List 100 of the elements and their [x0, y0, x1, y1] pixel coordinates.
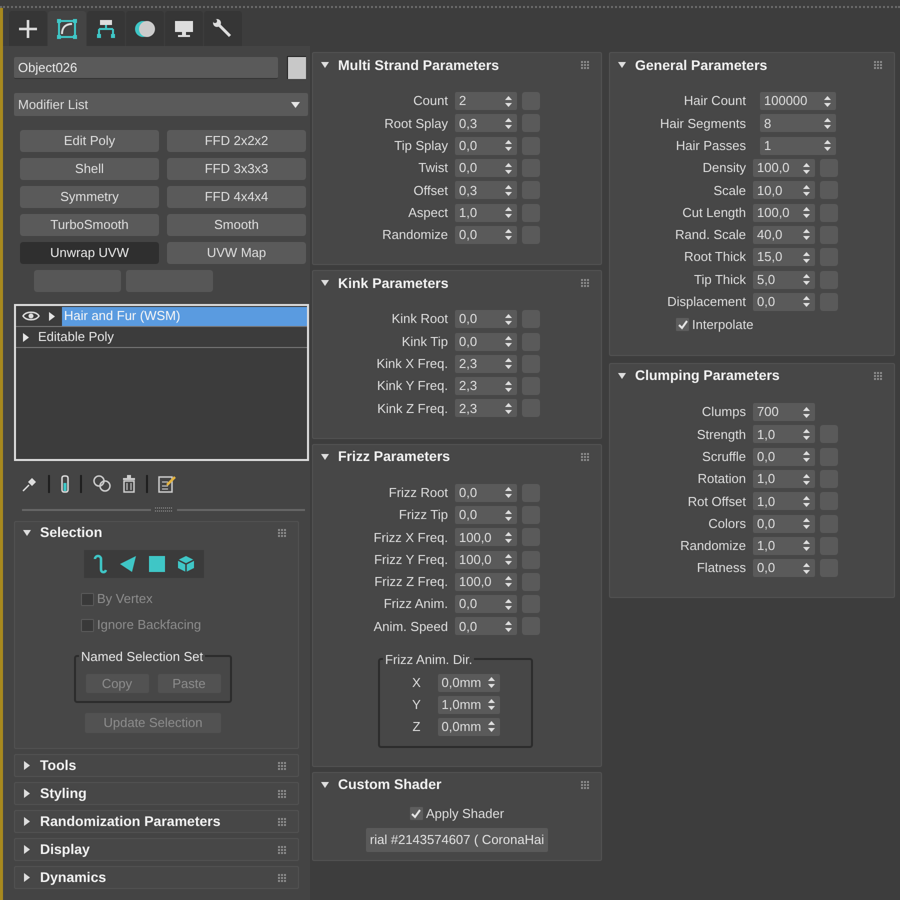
- modifier-button[interactable]: UVW Map: [167, 242, 306, 264]
- grip-icon[interactable]: [874, 372, 882, 380]
- command-tab[interactable]: [204, 11, 242, 46]
- spinner-arrows-icon[interactable]: [505, 96, 512, 107]
- object-name-field[interactable]: Object026: [14, 56, 278, 78]
- spinner-field[interactable]: 2,3: [455, 354, 517, 373]
- spinner-field[interactable]: 100,0: [455, 528, 517, 546]
- spinner-field[interactable]: 8: [760, 114, 836, 132]
- grip-icon[interactable]: [581, 61, 589, 69]
- collapse-triangle-icon[interactable]: [321, 279, 329, 288]
- grip-icon[interactable]: [278, 818, 286, 826]
- spinner-field[interactable]: 0,3: [455, 181, 517, 200]
- grip-icon[interactable]: [278, 874, 286, 882]
- command-tab[interactable]: [9, 11, 47, 46]
- spinner-arrows-icon[interactable]: [505, 229, 512, 240]
- expand-triangle-icon[interactable]: [23, 761, 31, 770]
- stack-item[interactable]: Hair and Fur (WSM): [62, 306, 307, 326]
- command-tab[interactable]: [126, 11, 164, 46]
- spinner-field[interactable]: 100,0: [753, 159, 815, 178]
- test-tube-icon[interactable]: [60, 475, 70, 493]
- spinner-field[interactable]: 2,3: [455, 377, 517, 396]
- grip-icon[interactable]: [278, 846, 286, 854]
- color-swatch[interactable]: [287, 56, 306, 79]
- grip-icon[interactable]: [278, 790, 286, 798]
- spinner-arrows-icon[interactable]: [803, 518, 810, 530]
- spinner-field[interactable]: 1,0: [455, 204, 517, 222]
- spinner-arrows-icon[interactable]: [803, 540, 810, 552]
- spinner-arrows-icon[interactable]: [505, 532, 512, 543]
- dropdown-caret-icon[interactable]: [291, 102, 300, 108]
- expand-triangle-icon[interactable]: [23, 845, 31, 854]
- grip-icon[interactable]: [581, 780, 589, 789]
- expand-triangle-icon[interactable]: [22, 332, 30, 342]
- spinner-field[interactable]: 15,0: [753, 248, 815, 266]
- modifier-list-dropdown[interactable]: Modifier List: [14, 93, 308, 116]
- spinner-field[interactable]: 2: [455, 92, 517, 110]
- spinner-arrows-icon[interactable]: [803, 162, 810, 174]
- spinner-arrows-icon[interactable]: [505, 140, 512, 152]
- cube-icon[interactable]: [176, 555, 194, 573]
- spinner-arrows-icon[interactable]: [505, 162, 512, 174]
- spinner-field[interactable]: 1: [760, 136, 836, 155]
- spinner-arrows-icon[interactable]: [803, 296, 810, 308]
- expand-triangle-icon[interactable]: [23, 817, 31, 826]
- eye-icon[interactable]: [22, 310, 40, 322]
- spinner-field[interactable]: 2,3: [455, 399, 517, 418]
- spinner-arrows-icon[interactable]: [803, 184, 810, 196]
- spinner-arrows-icon[interactable]: [488, 677, 494, 688]
- spinner-arrows-icon[interactable]: [803, 474, 810, 484]
- circles-icon[interactable]: [92, 475, 112, 493]
- spinner-arrows-icon[interactable]: [505, 598, 512, 610]
- spinner-field[interactable]: 10,0: [753, 181, 815, 200]
- spinner-field[interactable]: 100,0: [455, 572, 517, 591]
- grip-icon[interactable]: [278, 762, 286, 770]
- spinner-field[interactable]: 0,0mm: [438, 674, 500, 692]
- material-button[interactable]: rial #2143574607 ( CoronaHai: [366, 828, 548, 852]
- spinner-field[interactable]: 0,0: [455, 226, 517, 244]
- spinner-arrows-icon[interactable]: [803, 562, 810, 574]
- spinner-field[interactable]: 0,0: [753, 448, 815, 466]
- modifier-button[interactable]: Smooth: [167, 214, 306, 236]
- spinner-field[interactable]: 100,0: [455, 550, 517, 569]
- vertex-icon[interactable]: [92, 554, 106, 574]
- configure-icon[interactable]: [158, 475, 176, 493]
- spinner-arrows-icon[interactable]: [505, 402, 512, 414]
- spinner-arrows-icon[interactable]: [803, 252, 810, 263]
- spinner-arrows-icon[interactable]: [505, 207, 512, 218]
- collapse-triangle-icon[interactable]: [321, 452, 329, 461]
- spinner-field[interactable]: 0,0: [455, 310, 517, 328]
- square-icon[interactable]: [148, 556, 164, 572]
- spinner-arrows-icon[interactable]: [488, 721, 494, 732]
- spinner-arrows-icon[interactable]: [505, 487, 512, 498]
- grip-icon[interactable]: [581, 452, 589, 461]
- spinner-arrows-icon[interactable]: [824, 96, 831, 107]
- spinner-field[interactable]: 700: [753, 403, 815, 422]
- spinner-field[interactable]: 1,0: [753, 536, 815, 555]
- checkbox[interactable]: [410, 807, 423, 820]
- modifier-button[interactable]: Unwrap UVW: [20, 242, 159, 264]
- spinner-arrows-icon[interactable]: [803, 207, 810, 218]
- spinner-field[interactable]: 0,0: [455, 136, 517, 155]
- spinner-arrows-icon[interactable]: [803, 496, 810, 507]
- spinner-field[interactable]: 100000: [760, 92, 836, 110]
- spinner-arrows-icon[interactable]: [505, 336, 512, 348]
- modifier-button[interactable]: Symmetry: [20, 186, 159, 208]
- expand-triangle-icon[interactable]: [23, 873, 31, 882]
- modifier-button[interactable]: FFD 4x4x4: [167, 186, 306, 208]
- grip-icon[interactable]: [874, 61, 882, 69]
- spinner-arrows-icon[interactable]: [824, 118, 831, 129]
- resize-grip-icon[interactable]: [154, 507, 172, 512]
- checkbox[interactable]: [676, 318, 689, 332]
- command-tab[interactable]: [48, 11, 86, 46]
- spinner-field[interactable]: 0,0: [455, 595, 517, 614]
- spinner-arrows-icon[interactable]: [505, 118, 512, 129]
- spinner-field[interactable]: 100,0: [753, 204, 815, 222]
- modifier-button[interactable]: TurboSmooth: [20, 214, 159, 236]
- spinner-field[interactable]: 40,0: [753, 226, 815, 244]
- spinner-arrows-icon[interactable]: [803, 274, 810, 286]
- spinner-field[interactable]: 1,0mm: [438, 696, 500, 714]
- collapse-triangle-icon[interactable]: [321, 61, 329, 69]
- spinner-field[interactable]: 0,3: [455, 114, 517, 132]
- spinner-arrows-icon[interactable]: [505, 380, 512, 392]
- pin-icon[interactable]: [22, 476, 38, 492]
- spinner-field[interactable]: 0,0: [753, 514, 815, 533]
